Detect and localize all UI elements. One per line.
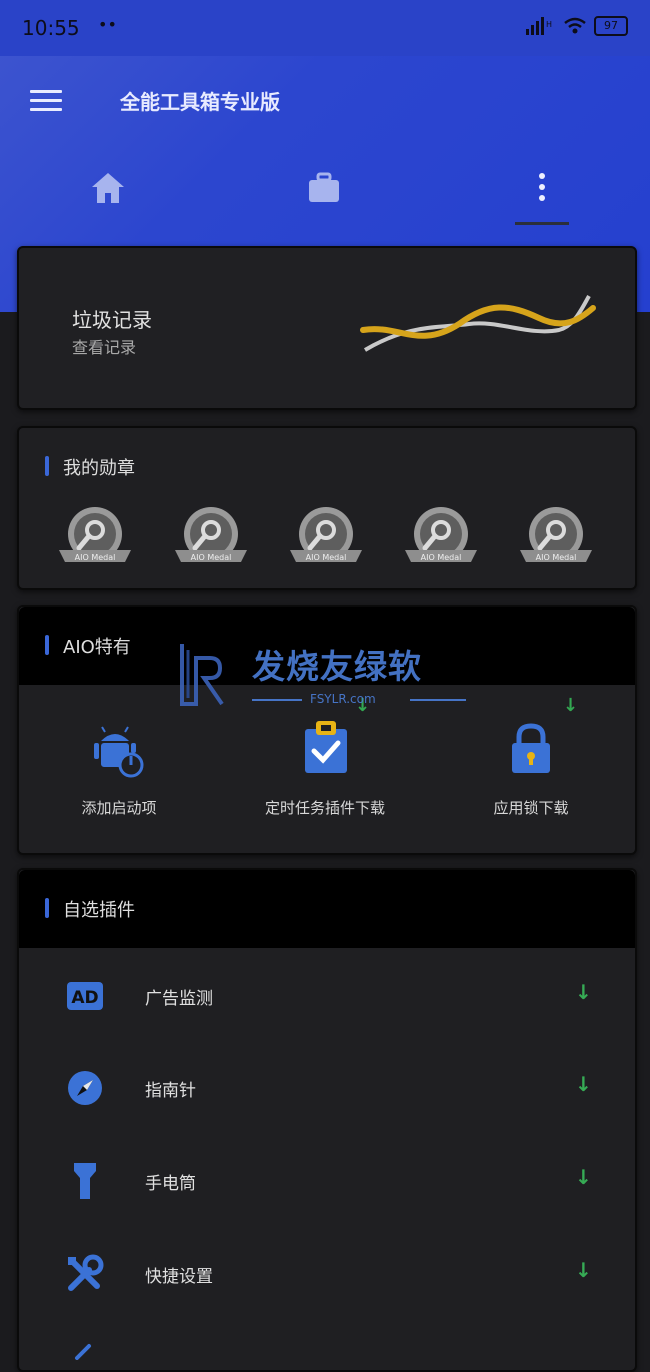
aio-item-label: 添加启动项 [81,799,157,817]
download-icon[interactable]: ↓ [575,980,592,1004]
watermark-line [252,699,302,701]
app-title: 全能工具箱专业版 [120,90,280,114]
wave-decoration-icon [360,295,596,352]
medals-header: 我的勋章 [19,428,635,502]
home-icon [92,173,124,203]
medal-item[interactable]: AIO Medal [57,506,133,568]
medal-label: AIO Medal [191,553,232,562]
tab-toolbox[interactable] [275,160,375,220]
app-bar: 全能工具箱专业版 [0,56,650,146]
medal-label: AIO Medal [421,553,462,562]
aio-item-label: 应用锁下载 [493,799,569,817]
compass-icon [68,1071,102,1105]
download-icon[interactable]: ↓ [575,1258,592,1282]
plugin-row-compass[interactable]: 指南针 ↓ [19,1042,631,1132]
tools-icon [68,1254,104,1291]
section-accent-bar [45,456,49,476]
tab-bar [0,160,650,226]
medal-label: AIO Medal [536,553,577,562]
medal-label: AIO Medal [306,553,347,562]
tab-indicator [515,222,569,225]
download-icon: ↓ [563,695,579,716]
watermark-sub: FSYLR.com [310,692,376,706]
menu-line [30,108,62,111]
aio-title: AIO特有 [63,637,131,658]
plugin-row-ad-monitor[interactable]: AD 广告监测 ↓ [19,950,631,1040]
android-power-icon [94,726,144,778]
trash-record-card[interactable]: 垃圾记录 查看记录 [17,246,637,410]
lock-icon [512,723,550,773]
section-accent-bar [45,635,49,655]
plugin-label: 快捷设置 [145,1267,213,1287]
download-icon[interactable]: ↓ [575,1072,592,1096]
medal-icon: AIO Medal [175,507,247,562]
battery-icon: 97 [594,16,628,36]
menu-button[interactable] [30,90,62,112]
menu-line [30,99,62,102]
plugins-header: 自选插件 [19,870,635,948]
status-icons: H 97 [526,16,628,36]
medal-label: AIO Medal [75,553,116,562]
medal-icon: AIO Medal [59,507,131,562]
status-dots: •• [98,15,117,34]
aio-item-label: 定时任务插件下载 [264,799,385,817]
task-clipboard-icon [305,721,347,773]
medal-item[interactable]: AIO Medal [518,506,594,568]
medal-item[interactable]: AIO Medal [403,506,479,568]
svg-text:H: H [546,20,552,29]
menu-line [30,90,62,93]
trash-record-title: 垃圾记录 [72,308,152,332]
tab-more[interactable] [492,160,592,220]
watermark: 发烧友绿软 FSYLR.com [176,640,476,720]
watermark-text: 发烧友绿软 [252,647,422,686]
briefcase-icon [309,172,339,202]
trash-record-subtitle: 查看记录 [72,338,137,357]
watermark-line [410,699,466,701]
partial-plugin-icon [75,1344,91,1360]
medal-icon: AIO Medal [290,507,362,562]
medal-item[interactable]: AIO Medal [288,506,364,568]
status-time: 10:55 [22,16,80,40]
medal-icon: AIO Medal [405,507,477,562]
wifi-icon [564,17,586,34]
tab-home[interactable] [58,160,158,220]
plugin-row-flashlight[interactable]: 手电筒 ↓ [19,1135,631,1225]
status-bar: 10:55 •• H 97 [0,0,650,56]
medal-item[interactable]: AIO Medal [173,506,249,568]
medals-title: 我的勋章 [63,458,135,479]
plugin-label: 广告监测 [145,989,213,1009]
section-accent-bar [45,898,49,918]
plugin-label: 手电筒 [145,1174,196,1194]
ad-icon: AD [67,982,103,1010]
medals-card: 我的勋章 AIO Medal AIO Medal AIO Medal AIO M… [17,426,637,590]
svg-text:AD: AD [71,988,98,1008]
plugins-title: 自选插件 [63,900,135,921]
medal-icon: AIO Medal [520,507,592,562]
signal-icon: H [526,17,552,35]
flashlight-icon [74,1163,96,1199]
plugin-label: 指南针 [145,1081,196,1101]
plugins-card: 自选插件 AD 广告监测 ↓ 指南针 ↓ 手电筒 ↓ 快捷设置 ↓ [17,868,637,1372]
more-vertical-icon [539,173,545,201]
plugin-row-quick-settings[interactable]: 快捷设置 ↓ [19,1228,631,1318]
watermark-logo-icon [180,644,224,706]
download-icon[interactable]: ↓ [575,1165,592,1189]
